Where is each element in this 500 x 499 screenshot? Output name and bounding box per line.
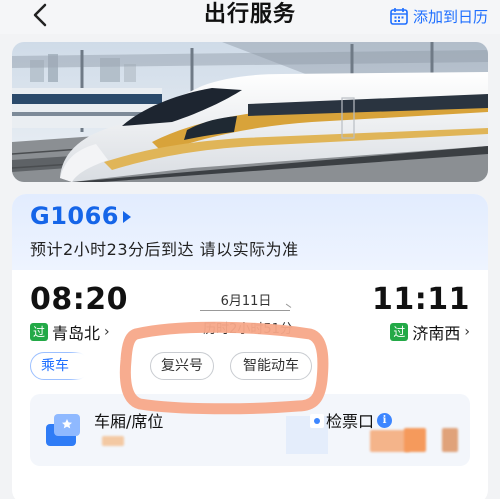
departure-station[interactable]: 过 青岛北 ›	[30, 320, 110, 344]
pass-tag: 过	[30, 323, 48, 341]
departure-station-name: 青岛北	[52, 324, 101, 343]
arrival-station[interactable]: 过 济南西 ›	[390, 320, 470, 344]
trip-card: G1066 预计2小时23分后到达 请以实际为准 08:20 过 青岛北 › 6…	[12, 194, 488, 499]
train-number-link[interactable]: G1066	[30, 202, 131, 230]
redacted-gate-value-2	[404, 428, 426, 452]
route-arrow-line	[200, 310, 290, 311]
pass-tag: 过	[390, 323, 409, 341]
train-banner-image	[12, 42, 488, 182]
add-to-calendar-button[interactable]: 添加到日历	[389, 4, 488, 28]
ticket-gate-icon	[286, 414, 328, 454]
travel-duration: 历时2小时51分	[203, 322, 293, 337]
ticket-gate-label: 检票口 i	[326, 408, 393, 432]
info-icon[interactable]: i	[377, 412, 393, 428]
departure-time: 08:20	[30, 282, 128, 317]
redacted-gate-value-3	[442, 428, 458, 452]
add-to-calendar-label: 添加到日历	[412, 7, 488, 26]
seat-icon	[46, 414, 80, 446]
eta-text: 预计2小时23分后到达 请以实际为准	[30, 240, 299, 259]
arrival-station-name: 济南西	[412, 324, 461, 343]
coach-seat-label: 车厢/席位	[94, 412, 164, 431]
calendar-icon	[390, 8, 408, 25]
fuxing-chip[interactable]: 复兴号	[150, 352, 214, 380]
trip-card-header: G1066 预计2小时23分后到达 请以实际为准	[12, 194, 488, 270]
chevron-right-icon: ›	[464, 324, 470, 340]
redaction-blur	[76, 346, 156, 386]
caret-right-icon	[123, 211, 131, 223]
seat-info-panel[interactable]: 车厢/席位 检票口 i	[30, 394, 470, 466]
top-nav: 出行服务 添加到日历	[0, 0, 500, 34]
travel-date: 6月11日	[220, 294, 272, 309]
arrival-time: 11:11	[372, 282, 470, 317]
smart-emu-chip[interactable]: 智能动车	[230, 352, 312, 380]
redacted-seat-value	[102, 436, 124, 446]
train-number: G1066	[30, 202, 119, 230]
chevron-right-icon: ›	[104, 324, 110, 340]
ticket-gate-text: 检票口	[326, 412, 375, 431]
